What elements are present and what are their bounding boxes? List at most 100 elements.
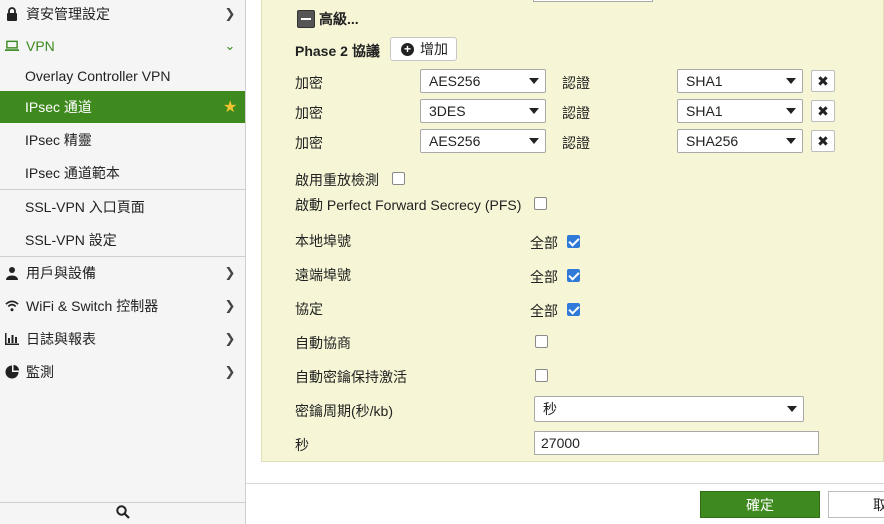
seconds-input[interactable]: 27000 <box>534 431 819 455</box>
sidebar-item-label: 日誌與報表 <box>26 331 96 347</box>
search-icon[interactable] <box>115 505 130 522</box>
authentication-label: 認證 <box>562 135 590 151</box>
encryption-select[interactable]: AES256 <box>420 69 546 93</box>
main-content: 高級... Phase 2 協議 + 增加 加密 AES256 認證 SHA1 … <box>246 0 884 524</box>
encryption-select[interactable]: 3DES <box>420 99 546 123</box>
protocol-label: 協定 <box>295 301 323 317</box>
authentication-label: 認證 <box>562 105 590 121</box>
partial-input <box>533 0 653 2</box>
close-icon: ✖ <box>817 102 829 119</box>
encryption-value: 3DES <box>429 103 466 119</box>
authentication-value: SHA256 <box>686 133 739 149</box>
seconds-value: 27000 <box>541 435 580 451</box>
phase2-panel: 高級... Phase 2 協議 + 增加 加密 AES256 認證 SHA1 … <box>261 0 884 462</box>
sidebar-item-label: 用戶與設備 <box>26 265 96 281</box>
collapse-icon[interactable] <box>297 10 315 28</box>
authentication-label: 認證 <box>562 75 590 91</box>
sidebar-item-monitor[interactable]: 監測 ❯ <box>0 356 245 388</box>
close-icon: ✖ <box>817 132 829 149</box>
sidebar-item-ssl-vpn-portals[interactable]: SSL-VPN 入口頁面 <box>0 191 245 223</box>
protocol-all-label: 全部 <box>530 303 558 319</box>
chevron-right-icon: ❯ <box>224 6 236 21</box>
sidebar-item-label: 資安管理設定 <box>26 6 110 22</box>
local-port-all-checkbox[interactable] <box>567 235 580 248</box>
key-lifetime-label: 密鑰周期(秒/kb) <box>295 403 393 419</box>
chevron-right-icon: ❯ <box>224 298 236 313</box>
sidebar-item-wifi-switch[interactable]: WiFi & Switch 控制器 ❯ <box>0 290 245 322</box>
remote-port-all-label: 全部 <box>530 269 558 285</box>
wifi-icon <box>5 299 19 313</box>
encryption-label: 加密 <box>295 105 323 121</box>
dropdown-caret-icon <box>786 78 796 84</box>
remove-proposal-button[interactable]: ✖ <box>811 70 835 92</box>
sidebar-item-log-report[interactable]: 日誌與報表 ❯ <box>0 323 245 355</box>
divider <box>0 189 245 190</box>
laptop-icon <box>5 39 19 53</box>
key-lifetime-select[interactable]: 秒 <box>534 396 804 422</box>
add-label: 增加 <box>420 41 448 57</box>
replay-detection-label: 啟用重放檢測 <box>295 172 379 188</box>
remove-proposal-button[interactable]: ✖ <box>811 100 835 122</box>
local-port-all-label: 全部 <box>530 235 558 251</box>
seconds-label: 秒 <box>295 437 309 453</box>
advanced-label: 高級... <box>319 11 359 27</box>
authentication-select[interactable]: SHA1 <box>677 99 803 123</box>
authentication-select[interactable]: SHA256 <box>677 129 803 153</box>
authentication-value: SHA1 <box>686 73 723 89</box>
sidebar-item-ipsec-templates[interactable]: IPsec 通道範本 <box>0 157 245 189</box>
sidebar-item-overlay-controller-vpn[interactable]: Overlay Controller VPN <box>0 60 245 92</box>
encryption-label: 加密 <box>295 75 323 91</box>
sidebar-item-label: Overlay Controller VPN <box>25 68 171 84</box>
replay-detection-checkbox[interactable] <box>392 172 405 185</box>
autokey-keepalive-checkbox[interactable] <box>535 369 548 382</box>
dropdown-caret-icon <box>786 138 796 144</box>
protocol-all-checkbox[interactable] <box>567 303 580 316</box>
footer: 確定 取消 <box>246 483 884 524</box>
sidebar-item-label: SSL-VPN 設定 <box>25 232 117 248</box>
lock-icon <box>5 7 19 21</box>
dropdown-caret-icon <box>529 78 539 84</box>
advanced-toggle[interactable]: 高級... <box>297 9 359 29</box>
dropdown-caret-icon <box>529 108 539 114</box>
sidebar-item-ssl-vpn-settings[interactable]: SSL-VPN 設定 <box>0 224 245 256</box>
ok-button[interactable]: 確定 <box>700 491 820 518</box>
remote-port-label: 遠端埠號 <box>295 267 351 283</box>
key-lifetime-value: 秒 <box>543 401 557 417</box>
cancel-label: 取消 <box>873 495 884 515</box>
dropdown-caret-icon <box>787 406 797 412</box>
sidebar-item-ipsec-tunnels[interactable]: IPsec 通道 ★ <box>0 91 245 123</box>
pfs-checkbox[interactable] <box>534 197 547 210</box>
sidebar-search[interactable] <box>0 502 245 524</box>
authentication-select[interactable]: SHA1 <box>677 69 803 93</box>
sidebar-item-label: WiFi & Switch 控制器 <box>26 298 159 314</box>
sidebar-item-label: IPsec 通道範本 <box>25 165 120 181</box>
chevron-right-icon: ❯ <box>224 265 236 280</box>
add-proposal-button[interactable]: + 增加 <box>390 37 457 61</box>
close-icon: ✖ <box>817 72 829 89</box>
sidebar: 資安管理設定 ❯ VPN ⌄ Overlay Controller VPN IP… <box>0 0 246 524</box>
sidebar-item-label: IPsec 通道 <box>25 99 92 115</box>
encryption-label: 加密 <box>295 135 323 151</box>
auto-negotiate-label: 自動協商 <box>295 335 351 351</box>
auto-negotiate-checkbox[interactable] <box>535 335 548 348</box>
remote-port-all-checkbox[interactable] <box>567 269 580 282</box>
encryption-select[interactable]: AES256 <box>420 129 546 153</box>
encryption-value: AES256 <box>429 133 481 149</box>
sidebar-item-ipsec-wizard[interactable]: IPsec 精靈 <box>0 124 245 156</box>
user-icon <box>5 266 19 280</box>
plus-circle-icon: + <box>401 42 414 56</box>
chevron-right-icon: ❯ <box>224 331 236 346</box>
phase2-title: Phase 2 協議 <box>295 43 380 59</box>
pie-chart-icon <box>5 365 19 379</box>
star-icon[interactable]: ★ <box>223 97 237 117</box>
chevron-right-icon: ❯ <box>224 364 236 379</box>
sidebar-item-user-device[interactable]: 用戶與設備 ❯ <box>0 257 245 289</box>
sidebar-item-security-profiles[interactable]: 資安管理設定 ❯ <box>0 0 245 30</box>
local-port-label: 本地埠號 <box>295 233 351 249</box>
remove-proposal-button[interactable]: ✖ <box>811 130 835 152</box>
sidebar-item-vpn[interactable]: VPN ⌄ <box>0 30 245 62</box>
bar-chart-icon <box>5 332 19 346</box>
dropdown-caret-icon <box>786 108 796 114</box>
chevron-down-icon: ⌄ <box>224 38 236 53</box>
cancel-button[interactable]: 取消 <box>828 491 884 518</box>
